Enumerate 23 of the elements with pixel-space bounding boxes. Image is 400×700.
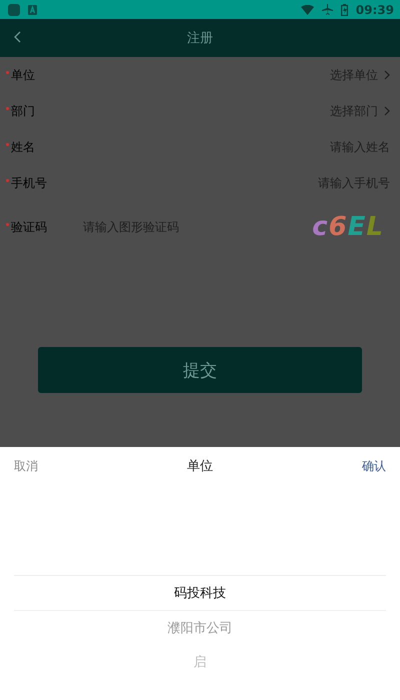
field-label: 单位: [11, 66, 36, 84]
chevron-icon: [384, 70, 390, 80]
clock-time: 09:39: [356, 2, 394, 16]
back-icon: [14, 30, 22, 42]
picker-title: 单位: [187, 458, 213, 475]
picker-option[interactable]: 启: [14, 645, 386, 679]
notification-icon: [28, 4, 37, 14]
picker-option[interactable]: 濮阳市公司: [14, 611, 386, 645]
submit-button[interactable]: 提交: [38, 347, 362, 393]
field-label: 部门: [11, 102, 36, 120]
field-label: 姓名: [11, 138, 36, 156]
cancel-button[interactable]: 取消: [14, 458, 38, 474]
chevron-icon: [384, 106, 390, 116]
field-label: 手机号: [11, 174, 48, 192]
field-label: 验证码: [11, 218, 48, 236]
picker-option[interactable]: 码投科技: [14, 576, 386, 611]
battery-icon: [340, 4, 348, 16]
captcha-image[interactable]: c6EL: [312, 212, 384, 242]
airplane-icon: [322, 4, 333, 15]
wifi-icon: [300, 4, 314, 14]
app-icon: [8, 4, 20, 16]
confirm-button[interactable]: 确认: [362, 458, 386, 474]
page-title: 注册: [187, 30, 213, 47]
